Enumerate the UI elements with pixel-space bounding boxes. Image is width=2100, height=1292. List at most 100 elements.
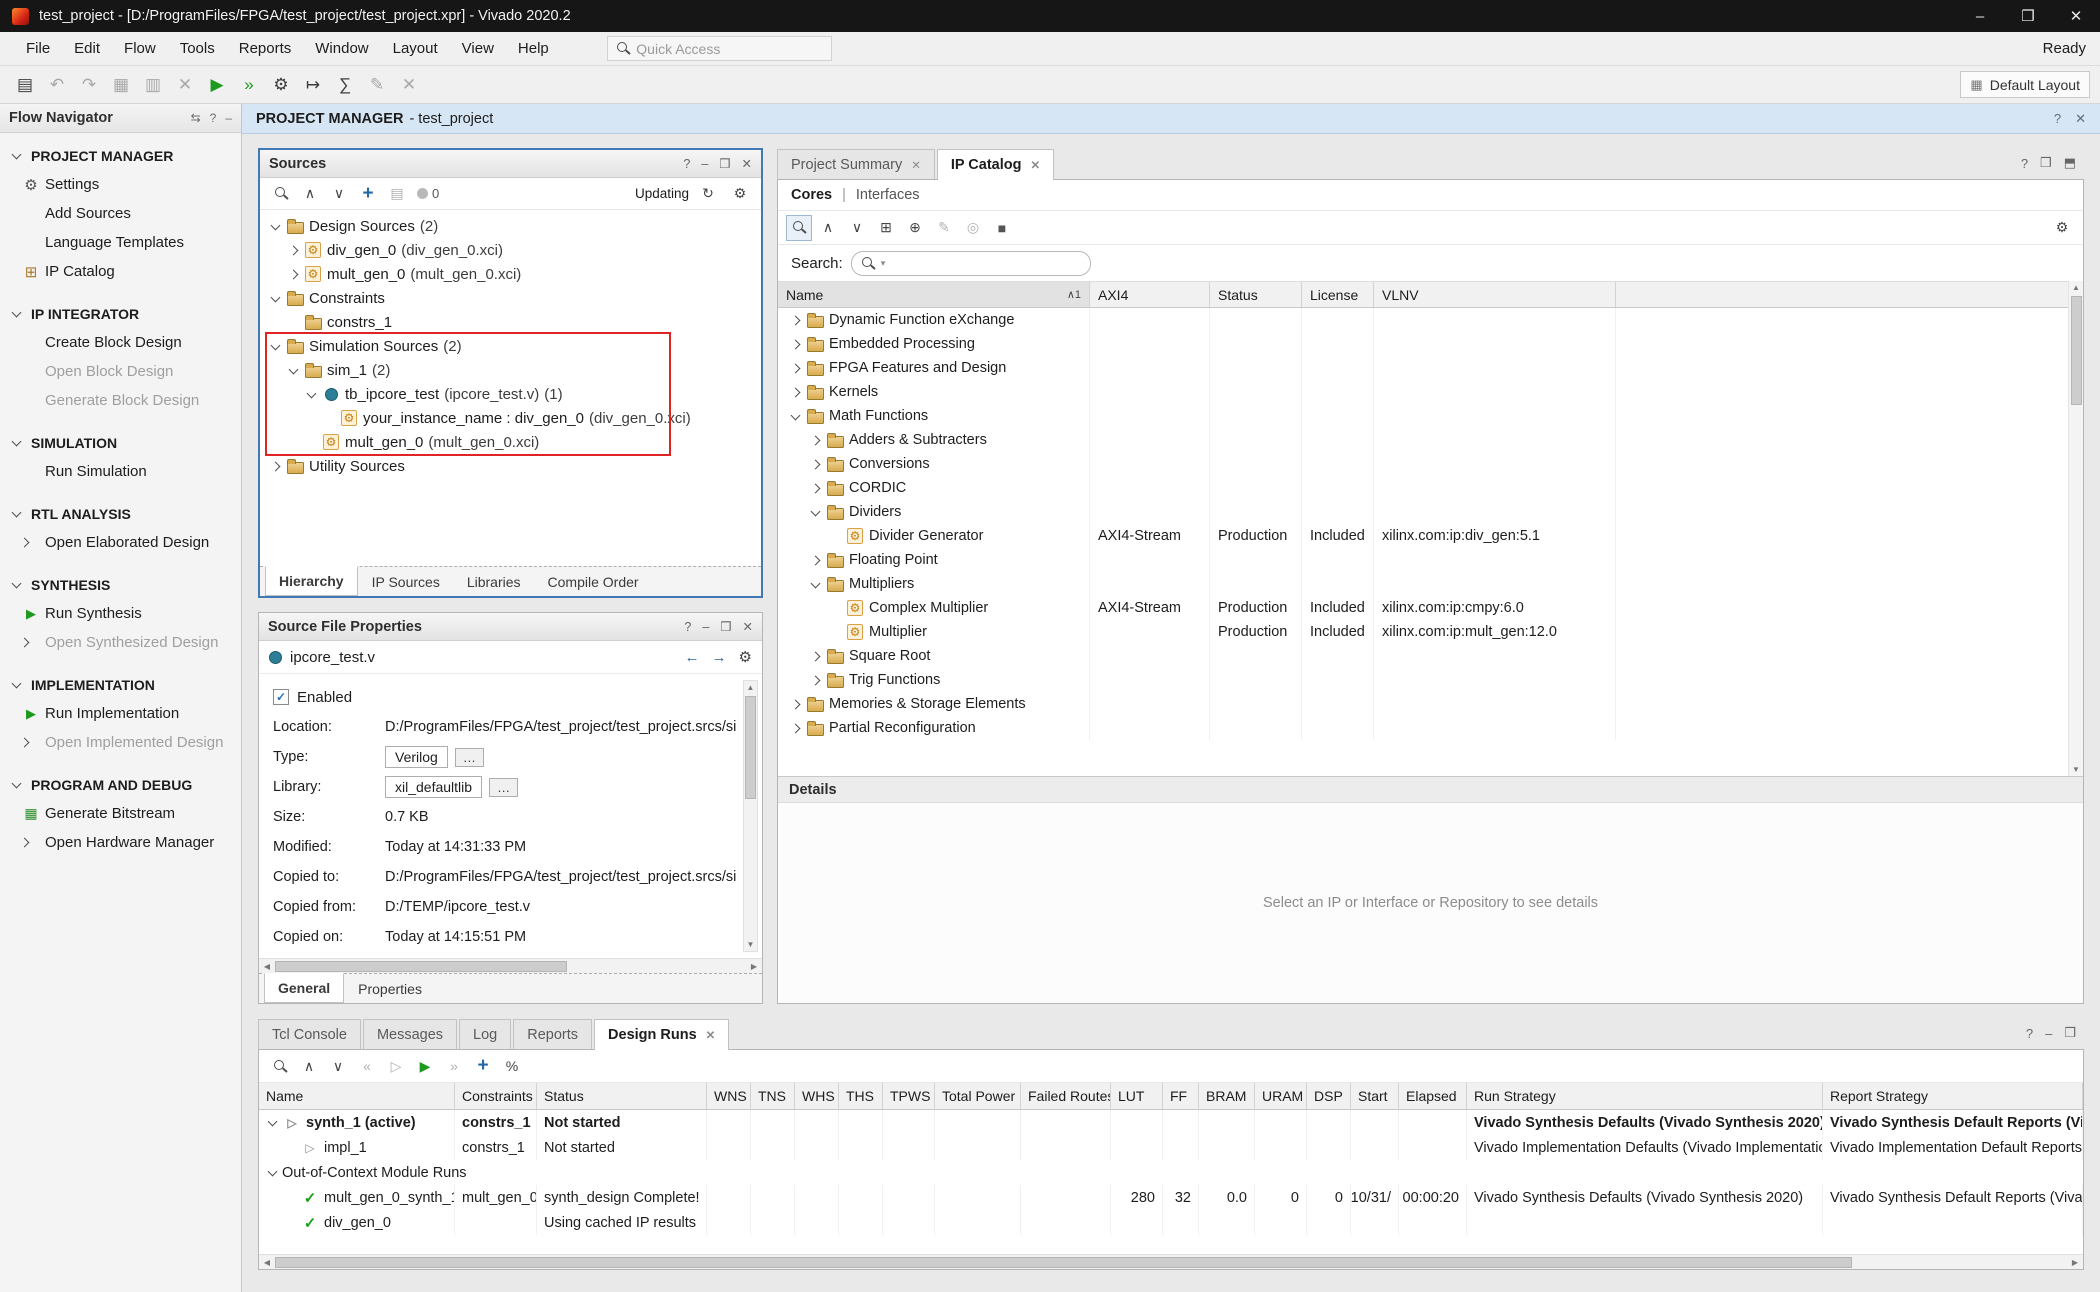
menu-view[interactable]: View [450, 35, 506, 62]
search-icon[interactable] [268, 181, 294, 207]
flow-item-open-block-design[interactable]: Open Block Design [0, 357, 241, 386]
ip-search-input[interactable]: ▾ [851, 251, 1091, 276]
settings-icon[interactable]: ⚙ [727, 181, 753, 207]
ip-catalog-row[interactable]: ⚙MultiplierProductionIncludedxilinx.com:… [778, 620, 2083, 644]
flow-item-settings[interactable]: ⚙Settings [0, 170, 241, 199]
settings-icon[interactable]: ⚙ [739, 648, 752, 666]
source-tree-item[interactable]: constrs_1 [260, 310, 761, 334]
flow-item-run-synthesis[interactable]: ▶Run Synthesis [0, 599, 241, 628]
source-tree-item[interactable]: Design Sources(2) [260, 214, 761, 238]
open-file-icon[interactable]: ▤ [384, 181, 410, 207]
column-header-failed-routes[interactable]: Failed Routes [1021, 1083, 1111, 1109]
dock-icon[interactable]: ⇆ [191, 111, 201, 125]
column-header-uram[interactable]: URAM [1255, 1083, 1307, 1109]
minimize-icon[interactable]: – [2045, 1026, 2052, 1041]
paste-icon[interactable]: ▥ [138, 71, 168, 99]
flow-item-open-implemented-design[interactable]: Open Implemented Design [0, 728, 241, 757]
design-run-row[interactable]: ✓div_gen_0Using cached IP results [259, 1210, 2083, 1235]
source-tree-item[interactable]: ⚙mult_gen_0(mult_gen_0.xci) [260, 262, 761, 286]
horizontal-scrollbar[interactable]: ◀ ▶ [259, 1254, 2083, 1269]
help-icon[interactable]: ? [210, 111, 217, 125]
column-header-elapsed[interactable]: Elapsed [1399, 1083, 1467, 1109]
minimize-button[interactable]: – [1956, 0, 2004, 32]
ip-catalog-row[interactable]: ⚙Divider GeneratorAXI4-StreamProductionI… [778, 524, 2083, 548]
scroll-up-icon[interactable]: ▲ [2072, 281, 2080, 294]
flow-item-open-hardware-manager[interactable]: Open Hardware Manager [0, 828, 241, 857]
details-toggle-icon[interactable]: ■ [989, 215, 1015, 241]
run-icon[interactable]: ▶ [202, 71, 232, 99]
target-icon[interactable]: ◎ [960, 215, 986, 241]
close-icon[interactable]: ✕ [742, 156, 752, 171]
copy-icon[interactable]: ▦ [106, 71, 136, 99]
skip-to-start-icon[interactable]: « [354, 1053, 380, 1079]
tab-libraries[interactable]: Libraries [454, 567, 534, 596]
minimize-panel-icon[interactable]: ‒ [225, 111, 232, 125]
menu-help[interactable]: Help [506, 35, 561, 62]
tab-log[interactable]: Log [459, 1019, 511, 1049]
refresh-icon[interactable]: ↻ [695, 181, 721, 207]
tab-general[interactable]: General [264, 973, 344, 1003]
collapse-all-icon[interactable]: ∧ [297, 181, 323, 207]
close-icon[interactable]: ✕ [743, 619, 753, 634]
expand-all-icon[interactable]: ∨ [844, 215, 870, 241]
column-header-license[interactable]: License [1302, 282, 1374, 307]
ip-catalog-row[interactable]: CORDIC [778, 476, 2083, 500]
float-icon[interactable]: ❒ [2064, 1025, 2076, 1041]
flow-item-create-block-design[interactable]: Create Block Design [0, 328, 241, 357]
collapse-all-icon[interactable]: ∧ [296, 1053, 322, 1079]
scroll-right-icon[interactable]: ▶ [2067, 1258, 2083, 1267]
column-header-lut[interactable]: LUT [1111, 1083, 1163, 1109]
column-header-vlnv[interactable]: VLNV [1374, 282, 1616, 307]
menu-tools[interactable]: Tools [168, 35, 227, 62]
menu-file[interactable]: File [14, 35, 62, 62]
delete-icon[interactable]: ✕ [170, 71, 200, 99]
scroll-down-icon[interactable]: ▼ [2072, 763, 2080, 776]
browse-button[interactable]: … [489, 778, 518, 797]
flow-item-language-templates[interactable]: Language Templates [0, 228, 241, 257]
step-icon[interactable]: ▷ [383, 1053, 409, 1079]
column-header-wns[interactable]: WNS [707, 1083, 751, 1109]
help-icon[interactable]: ? [684, 620, 691, 634]
menu-flow[interactable]: Flow [112, 35, 168, 62]
source-tree-item[interactable]: Simulation Sources(2) [260, 334, 761, 358]
source-tree-item[interactable]: ⚙mult_gen_0(mult_gen_0.xci) [260, 430, 761, 454]
save-file-icon[interactable]: ▤ [10, 71, 40, 99]
column-header-bram[interactable]: BRAM [1199, 1083, 1255, 1109]
redo-icon[interactable]: ↷ [74, 71, 104, 99]
cores-link[interactable]: Cores [791, 187, 832, 203]
tab-reports[interactable]: Reports [513, 1019, 592, 1049]
ip-catalog-row[interactable]: Dividers [778, 500, 2083, 524]
enabled-checkbox[interactable]: ✓ [273, 689, 289, 705]
cancel-icon[interactable]: ✕ [394, 71, 424, 99]
create-runs-icon[interactable]: + [470, 1053, 496, 1079]
edit-icon[interactable]: ✎ [362, 71, 392, 99]
column-header-ths[interactable]: THS [839, 1083, 883, 1109]
ip-catalog-row[interactable]: Multipliers [778, 572, 2083, 596]
launch-runs-icon[interactable]: ▶ [412, 1053, 438, 1079]
undo-icon[interactable]: ↶ [42, 71, 72, 99]
sum-icon[interactable]: ∑ [330, 71, 360, 99]
column-header-status[interactable]: Status [537, 1083, 707, 1109]
design-run-row[interactable]: Out-of-Context Module Runs [259, 1160, 2083, 1185]
column-header-name[interactable]: Name∧1 [778, 282, 1090, 307]
source-tree-item[interactable]: ⚙your_instance_name : div_gen_0(div_gen_… [260, 406, 761, 430]
fast-forward-icon[interactable]: » [441, 1053, 467, 1079]
flow-section-header[interactable]: IMPLEMENTATION [0, 670, 241, 699]
flow-item-ip-catalog[interactable]: ⊞IP Catalog [0, 257, 241, 286]
scroll-left-icon[interactable]: ◀ [259, 1258, 275, 1267]
design-run-row[interactable]: ✓mult_gen_0_synth_1mult_gen_0synth_desig… [259, 1185, 2083, 1210]
tab-properties[interactable]: Properties [345, 974, 435, 1003]
settings-icon[interactable]: ⚙ [266, 71, 296, 99]
minimize-icon[interactable]: – [702, 620, 709, 634]
flow-item-generate-block-design[interactable]: Generate Block Design [0, 386, 241, 415]
scroll-down-icon[interactable]: ▼ [747, 938, 755, 951]
design-run-row[interactable]: ▷impl_1constrs_1Not startedVivado Implem… [259, 1135, 2083, 1160]
layout-selector[interactable]: ▦ Default Layout [1960, 71, 2090, 98]
scroll-up-icon[interactable]: ▲ [747, 681, 755, 694]
customize-ip-icon[interactable]: ✎ [931, 215, 957, 241]
menu-reports[interactable]: Reports [227, 35, 304, 62]
flow-item-generate-bitstream[interactable]: ▦Generate Bitstream [0, 799, 241, 828]
ip-catalog-row[interactable]: Dynamic Function eXchange [778, 308, 2083, 332]
scroll-left-icon[interactable]: ◀ [259, 962, 275, 971]
browse-button[interactable]: … [455, 748, 484, 767]
